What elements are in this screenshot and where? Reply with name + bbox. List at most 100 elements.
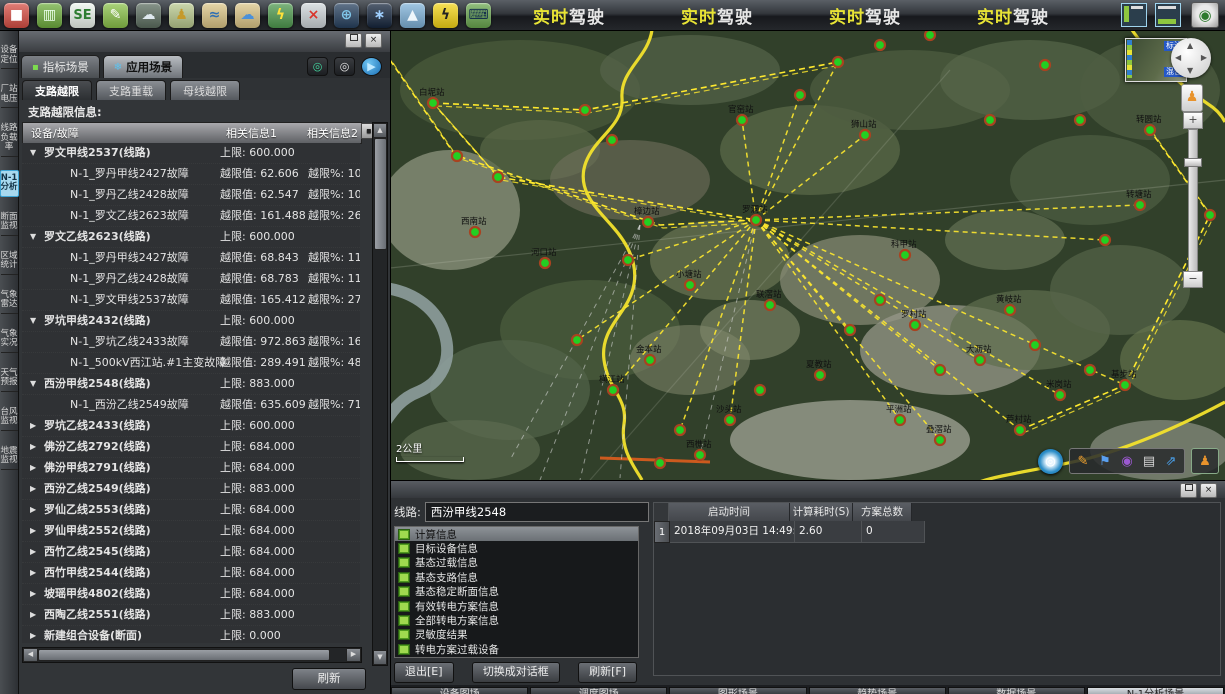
refresh-button[interactable]: 刷新 xyxy=(292,668,366,690)
record-green-button[interactable]: ◎ xyxy=(307,57,328,76)
scene-button-趋势场景[interactable]: 趋势场景 xyxy=(809,687,946,694)
button-切换成对话框[interactable]: 切换成对话框 xyxy=(472,662,560,683)
tab-应用场景[interactable]: ❄应用场景 xyxy=(103,55,183,78)
scene-button-调度图场[interactable]: 调度图场 xyxy=(530,687,667,694)
result-col-方案总数[interactable]: 方案总数 xyxy=(853,503,912,521)
list-item-转电方案过载设备[interactable]: 转电方案过载设备 xyxy=(395,642,638,656)
station-marker[interactable] xyxy=(985,115,995,125)
cloud-icon[interactable]: ☁ xyxy=(235,3,260,28)
station-marker[interactable] xyxy=(572,335,582,345)
list-item-基态过载信息[interactable]: 基态过载信息 xyxy=(395,556,638,570)
subtab-支路重载[interactable]: 支路重载 xyxy=(96,80,166,100)
scroll-right-icon[interactable]: ▶ xyxy=(346,648,361,662)
pin-icon[interactable]: ◉ xyxy=(1116,450,1138,472)
result-col-计算耗时(S)[interactable]: 计算耗时(S) xyxy=(790,503,853,521)
table-row[interactable]: N-1_西汾乙线2549故障越限值: 635.609越限%: 71.9 xyxy=(22,395,360,416)
mode-label-3[interactable]: 实时驾驶 xyxy=(829,3,901,28)
station-marker[interactable] xyxy=(580,105,590,115)
layout-left-icon[interactable] xyxy=(1121,3,1147,27)
rail-item-线路负载率[interactable]: 线路负载率 xyxy=(1,121,18,157)
station-marker[interactable] xyxy=(1040,60,1050,70)
zoom-slider-handle[interactable] xyxy=(1184,158,1202,167)
collapse-icon[interactable]: ▼ xyxy=(30,311,36,331)
rail-item-气象实况[interactable]: 气象实况 xyxy=(1,327,18,353)
table-row[interactable]: N-1_罗丹乙线2428故障越限值: 68.783越限%: 11.4 xyxy=(22,269,360,290)
hscroll-thumb[interactable] xyxy=(38,649,330,661)
list-item-有效转电方案信息[interactable]: 有效转电方案信息 xyxy=(395,599,638,613)
scene-button-N-1分析场景[interactable]: N-1分析场景 xyxy=(1087,687,1224,694)
table-row[interactable]: ▶罗坑乙线2433(线路)上限: 600.000 xyxy=(22,416,360,437)
rail-item-天气预报[interactable]: 天气预报 xyxy=(1,366,18,392)
scene-button-设备图场[interactable]: 设备图场 xyxy=(391,687,528,694)
expand-icon[interactable]: ▶ xyxy=(30,416,36,436)
station-marker[interactable] xyxy=(875,40,885,50)
pan-right-icon[interactable]: ▶ xyxy=(1201,53,1207,62)
station-marker[interactable] xyxy=(655,458,665,468)
close-icon[interactable]: × xyxy=(365,33,382,48)
operator-icon[interactable]: ⌨ xyxy=(466,3,491,28)
rail-item-区域统计[interactable]: 区域统计 xyxy=(1,249,18,275)
rain-cloud-icon[interactable]: ☁ xyxy=(136,3,161,28)
line-name-input[interactable] xyxy=(425,502,649,522)
station-marker[interactable] xyxy=(493,172,503,182)
rail-item-设备定位[interactable]: 设备定位 xyxy=(1,43,18,69)
measure-icon[interactable]: ✎ xyxy=(1072,450,1094,472)
scene-button-数据场景[interactable]: 数据场景 xyxy=(948,687,1085,694)
station-marker[interactable] xyxy=(795,90,805,100)
label-icon[interactable]: ▤ xyxy=(1138,450,1160,472)
globe-icon[interactable]: ⊕ xyxy=(334,3,359,28)
zoom-out-button[interactable]: − xyxy=(1183,271,1203,288)
table-row[interactable]: ▶罗仙甲线2552(线路)上限: 684.000 xyxy=(22,521,360,542)
station-marker[interactable] xyxy=(875,295,885,305)
station-marker[interactable] xyxy=(833,57,843,67)
streetview-pegman[interactable]: ♟ xyxy=(1181,84,1203,112)
restore-button[interactable] xyxy=(345,33,362,48)
rail-item-地震监视[interactable]: 地震监视 xyxy=(1,444,18,470)
expand-icon[interactable]: ▶ xyxy=(30,626,36,643)
table-row[interactable]: N-1_罗丹乙线2428故障越限值: 62.547越限%: 10.4 xyxy=(22,185,360,206)
flag-icon[interactable]: ⚑ xyxy=(1094,450,1116,472)
table-row[interactable]: ▶西竹乙线2545(线路)上限: 684.000 xyxy=(22,542,360,563)
flash-icon[interactable]: ϟ xyxy=(433,3,458,28)
scroll-up-icon[interactable]: ▲ xyxy=(373,123,387,138)
result-col-启动时间[interactable]: 启动时间 xyxy=(669,503,790,521)
lightning-icon[interactable]: ϟ xyxy=(268,3,293,28)
expand-icon[interactable]: ▶ xyxy=(30,521,36,541)
table-row[interactable]: ▶新建组合设备(断面)上限: 0.000 xyxy=(22,626,360,643)
layout-bottom-icon[interactable] xyxy=(1155,3,1181,27)
scada-icon[interactable]: ▥ xyxy=(37,3,62,28)
result-restore-button[interactable] xyxy=(1180,483,1197,498)
table-row[interactable]: N-1_罗丹甲线2427故障越限值: 68.843越限%: 11.4 xyxy=(22,248,360,269)
pan-left-icon[interactable]: ◀ xyxy=(1175,53,1181,62)
derrick-icon[interactable]: ♟ xyxy=(169,3,194,28)
table-row[interactable]: N-1_罗文甲线2537故障越限值: 165.412越限%: 27.5 xyxy=(22,290,360,311)
table-row[interactable]: ▶罗仙乙线2553(线路)上限: 684.000 xyxy=(22,500,360,521)
station-marker[interactable] xyxy=(1100,235,1110,245)
result-close-icon[interactable]: × xyxy=(1200,483,1217,498)
station-marker[interactable] xyxy=(1075,115,1085,125)
table-row[interactable]: ▼罗文甲线2537(线路)上限: 600.000 xyxy=(22,143,360,164)
station-marker[interactable] xyxy=(1205,210,1215,220)
expand-icon[interactable]: ▶ xyxy=(30,563,36,583)
table-row[interactable]: ▼罗文乙线2623(线路)上限: 600.000 xyxy=(22,227,360,248)
button-退出[E][interactable]: 退出[E] xyxy=(394,662,454,683)
result-row[interactable]: 12018年09月03日 14:49:092.600 xyxy=(654,521,1220,543)
scene-button-图形场景[interactable]: 图形场景 xyxy=(669,687,806,694)
rail-item-activeN-1分析[interactable]: N-1分析 xyxy=(0,170,19,197)
pegman-tool-icon[interactable]: ♟ xyxy=(1194,450,1216,472)
station-marker[interactable] xyxy=(675,425,685,435)
zoom-in-button[interactable]: + xyxy=(1183,112,1203,129)
station-marker[interactable] xyxy=(623,255,633,265)
locate-target-icon[interactable]: ◎ xyxy=(1038,449,1063,474)
scroll-thumb[interactable] xyxy=(374,138,387,250)
collapse-icon[interactable]: ▼ xyxy=(30,374,36,394)
zoom-track[interactable] xyxy=(1188,129,1198,273)
row-number[interactable]: 1 xyxy=(654,521,670,543)
rail-item-台风监视[interactable]: 台风监视 xyxy=(1,405,18,431)
table-row[interactable]: ▼西汾甲线2548(线路)上限: 883.000 xyxy=(22,374,360,395)
button-刷新[F][interactable]: 刷新[F] xyxy=(578,662,637,683)
tag-edit-icon[interactable]: ✎ xyxy=(103,3,128,28)
table-row[interactable]: ▶佛汾甲线2791(线路)上限: 684.000 xyxy=(22,458,360,479)
rail-item-厂站电压[interactable]: 厂站电压 xyxy=(1,82,18,108)
table-row[interactable]: N-1_罗丹甲线2427故障越限值: 62.606越限%: 10.4 xyxy=(22,164,360,185)
